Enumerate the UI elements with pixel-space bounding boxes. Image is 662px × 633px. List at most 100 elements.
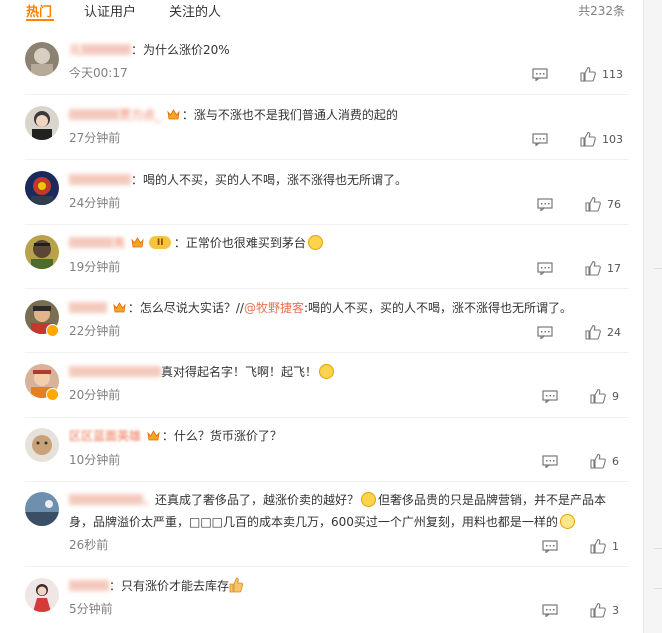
reply-icon[interactable] [542, 390, 558, 403]
comment-text-quoted: :喝的人不买，买的人不喝，涨不涨得也无所谓了。 [303, 301, 572, 315]
blurred-username [69, 109, 119, 120]
avatar[interactable] [25, 578, 59, 612]
avatar[interactable] [25, 171, 59, 205]
username[interactable]: 亮 [113, 232, 125, 254]
like-count: 103 [602, 133, 623, 146]
comment-text: 只有涨价才能去库存 [121, 579, 230, 593]
timestamp: 27分钟前 [69, 131, 121, 145]
like-button[interactable]: 17 [585, 260, 635, 276]
username[interactable]: 元 [69, 39, 81, 61]
blurred-username [69, 302, 107, 313]
timestamp: 24分钟前 [69, 196, 121, 210]
verified-badge-icon [46, 324, 59, 337]
avatar[interactable] [25, 428, 59, 462]
thumbs-up-icon [585, 196, 601, 212]
avatar[interactable] [25, 42, 59, 76]
comment-text: 正常价也很难买到茅台 [185, 236, 306, 250]
like-count: 1 [612, 540, 619, 553]
like-button[interactable]: 9 [590, 388, 635, 404]
like-count: 9 [612, 390, 619, 403]
timestamp: 5分钟前 [69, 602, 113, 616]
like-button[interactable]: 3 [590, 602, 635, 618]
thumbs-up-icon [590, 602, 606, 618]
divider [25, 94, 629, 95]
thumbs-up-icon [585, 260, 601, 276]
like-button[interactable]: 103 [580, 131, 640, 147]
thumbs-up-icon [585, 324, 601, 340]
avatar[interactable] [25, 492, 59, 526]
like-count: 24 [607, 326, 621, 339]
tab-hot[interactable]: 热门 [26, 1, 52, 20]
like-count: 76 [607, 198, 621, 211]
reply-icon[interactable] [532, 68, 548, 81]
like-button[interactable]: 76 [585, 196, 635, 212]
blurred-username [69, 366, 161, 377]
comment-text: 涨与不涨也不是我们普通人消费的起的 [193, 108, 398, 122]
comment-count: 共232条 [578, 4, 625, 18]
reply-icon[interactable] [537, 262, 553, 275]
crown-icon [167, 109, 180, 120]
divider [25, 417, 629, 418]
crown-icon [131, 237, 144, 248]
timestamp: 22分钟前 [69, 324, 121, 338]
comment-text: 真对得起名字！飞啊！起飞！ [161, 365, 318, 379]
username[interactable]: 贾力点_ [119, 104, 161, 126]
timestamp: 26秒前 [69, 538, 109, 552]
comment-text: 怎么尽说大实话？// [139, 301, 244, 315]
laugh-cry-emoji-icon [559, 514, 575, 529]
laugh-emoji-icon [361, 492, 377, 507]
active-tab-indicator [26, 19, 54, 21]
comment-text: 为什么涨价20% [143, 43, 230, 57]
avatar[interactable] [25, 106, 59, 140]
like-button[interactable]: 113 [580, 66, 640, 82]
comment-panel: 热门 认证用户 关注的人 共232条 元：为什么涨价20% 今天00:17 11… [0, 0, 643, 633]
reply-icon[interactable] [542, 540, 558, 553]
divider [25, 481, 629, 482]
divider [25, 566, 629, 567]
comment-tabs: 热门 认证用户 关注的人 共232条 [0, 0, 643, 22]
reply-icon[interactable] [537, 326, 553, 339]
comment-text: 喝的人不买，买的人不喝，涨不涨得也无所谓了。 [143, 173, 408, 187]
divider [25, 288, 629, 289]
verified-badge-icon [46, 388, 59, 401]
laugh-emoji-icon [307, 235, 323, 250]
thumbs-up-icon [590, 388, 606, 404]
comment-text: 什么？货币涨价了？ [173, 429, 282, 443]
comment-text: 还真成了奢侈品了，越涨价卖的越好？ [155, 493, 360, 507]
like-button[interactable]: 24 [585, 324, 635, 340]
like-count: 6 [612, 455, 619, 468]
gutter-divider [654, 588, 662, 589]
thumbs-up-icon [590, 453, 606, 469]
tab-following[interactable]: 关注的人 [169, 1, 221, 20]
like-button[interactable]: 6 [590, 453, 635, 469]
thumbs-up-icon [580, 131, 596, 147]
thumbs-up-icon [590, 538, 606, 554]
blurred-username [69, 580, 109, 591]
blurred-username [69, 174, 131, 185]
like-count: 17 [607, 262, 621, 275]
reply-icon[interactable] [532, 133, 548, 146]
blurred-username [69, 494, 143, 505]
laugh-emoji-icon [319, 364, 335, 379]
reply-icon[interactable] [537, 198, 553, 211]
like-count: 3 [612, 604, 619, 617]
like-button[interactable]: 1 [590, 538, 635, 554]
mention-link[interactable]: @牧野捷客 [244, 301, 304, 315]
username[interactable]: ， [143, 489, 155, 511]
timestamp: 10分钟前 [69, 453, 121, 467]
avatar[interactable] [25, 235, 59, 269]
username[interactable]: 区区蓝面英雄 [69, 425, 141, 447]
gutter-divider [654, 268, 662, 269]
blurred-username [81, 44, 132, 55]
thumbs-up-emoji-icon [229, 577, 244, 593]
reply-icon[interactable] [542, 604, 558, 617]
reply-icon[interactable] [542, 455, 558, 468]
timestamp: 19分钟前 [69, 260, 121, 274]
thumbs-up-icon [580, 66, 596, 82]
timestamp: 20分钟前 [69, 388, 121, 402]
divider [25, 352, 629, 353]
side-gutter [643, 0, 662, 633]
divider [25, 224, 629, 225]
tab-verified-users[interactable]: 认证用户 [84, 1, 136, 20]
gutter-divider [654, 548, 662, 549]
